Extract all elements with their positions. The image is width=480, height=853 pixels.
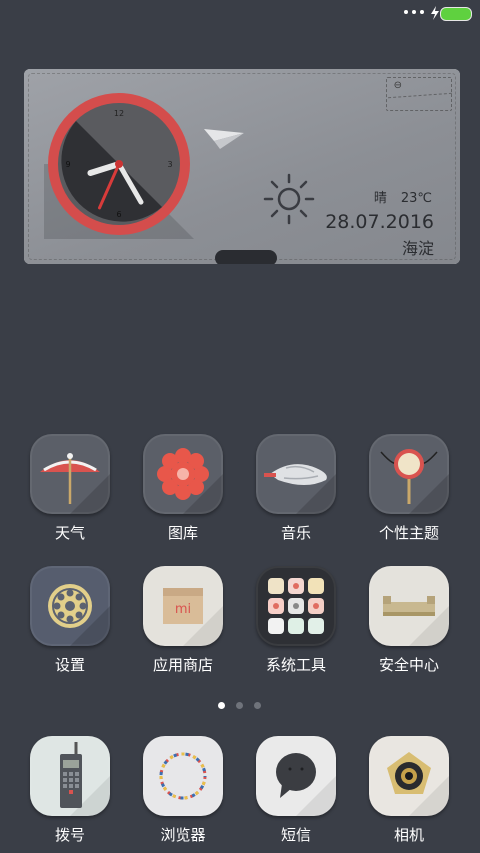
app-label: 个性主题 bbox=[378, 524, 439, 542]
weather-readout: 晴 23℃ bbox=[374, 187, 432, 206]
page-dot-1[interactable] bbox=[218, 702, 225, 709]
app-system-tools-folder[interactable]: 系统工具 bbox=[253, 566, 339, 676]
fan-icon bbox=[380, 449, 449, 514]
app-label: 相机 bbox=[393, 826, 424, 844]
flower-icon bbox=[157, 448, 223, 514]
app-label: 安全中心 bbox=[378, 656, 439, 674]
app-label: 应用商店 bbox=[152, 656, 213, 674]
shield-box-icon bbox=[383, 596, 449, 646]
app-phone[interactable]: 拨号 bbox=[27, 736, 113, 846]
app-store[interactable]: mi 应用商店 bbox=[140, 566, 226, 676]
app-label: 系统工具 bbox=[265, 656, 326, 674]
battery-icon bbox=[440, 7, 472, 21]
svg-text:mi: mi bbox=[175, 602, 191, 617]
folder-grid-icon bbox=[268, 578, 324, 634]
clock-weather-widget[interactable]: 12 3 6 9 ⊖ 晴 23℃ 28.07.2016 海淀 bbox=[24, 69, 460, 264]
widget-date: 28.07.2016 bbox=[325, 211, 434, 233]
app-security-center[interactable]: 安全中心 bbox=[366, 566, 452, 676]
page-indicator bbox=[0, 702, 480, 712]
app-gallery[interactable]: 图库 bbox=[140, 434, 226, 544]
charging-bolt-icon bbox=[431, 6, 439, 20]
signal-dots-icon bbox=[404, 10, 424, 14]
status-bar bbox=[0, 0, 480, 28]
analog-clock: 12 3 6 9 bbox=[44, 93, 194, 239]
weather-temperature: 23℃ bbox=[400, 191, 432, 206]
app-label: 拨号 bbox=[54, 826, 85, 844]
app-row-1: 天气 图库 音乐 个性主题 bbox=[0, 434, 480, 544]
app-label: 图库 bbox=[167, 524, 198, 542]
page-dot-3[interactable] bbox=[254, 702, 261, 709]
weather-condition: 晴 bbox=[373, 191, 387, 206]
app-label: 天气 bbox=[54, 524, 85, 542]
widget-city: 海淀 bbox=[401, 239, 434, 258]
page-dot-2[interactable] bbox=[236, 702, 243, 709]
svg-text:6: 6 bbox=[116, 210, 121, 219]
app-messages[interactable]: 短信 bbox=[253, 736, 339, 846]
speech-bubble-icon bbox=[276, 753, 336, 816]
beaded-ring-icon bbox=[159, 752, 207, 800]
shopping-bag-icon: mi bbox=[163, 588, 223, 646]
app-label: 音乐 bbox=[280, 524, 311, 542]
app-music[interactable]: 音乐 bbox=[253, 434, 339, 544]
app-browser[interactable]: 浏览器 bbox=[140, 736, 226, 846]
app-settings[interactable]: 设置 bbox=[27, 566, 113, 676]
app-label: 设置 bbox=[54, 656, 85, 674]
sunny-weather-icon bbox=[263, 173, 315, 225]
paper-plane-icon bbox=[204, 129, 244, 149]
umbrella-icon bbox=[40, 453, 110, 514]
widget-handle[interactable] bbox=[215, 250, 277, 264]
app-label: 浏览器 bbox=[160, 826, 206, 844]
svg-text:9: 9 bbox=[65, 160, 70, 169]
svg-text:12: 12 bbox=[114, 109, 124, 118]
app-label: 短信 bbox=[280, 826, 311, 844]
app-themes[interactable]: 个性主题 bbox=[366, 434, 452, 544]
retro-phone-icon bbox=[60, 742, 110, 816]
minus-circle-icon[interactable]: ⊖ bbox=[394, 80, 402, 91]
svg-text:3: 3 bbox=[167, 160, 172, 169]
app-weather[interactable]: 天气 bbox=[27, 434, 113, 544]
seashell-icon bbox=[264, 464, 336, 514]
app-camera[interactable]: 相机 bbox=[366, 736, 452, 846]
app-row-2: 设置 mi 应用商店 系统工具 安全中心 bbox=[0, 566, 480, 676]
gear-dial-icon bbox=[48, 584, 110, 646]
dock: 拨号 浏览器 短信 相机 bbox=[0, 736, 480, 846]
camera-lens-icon bbox=[387, 752, 449, 816]
